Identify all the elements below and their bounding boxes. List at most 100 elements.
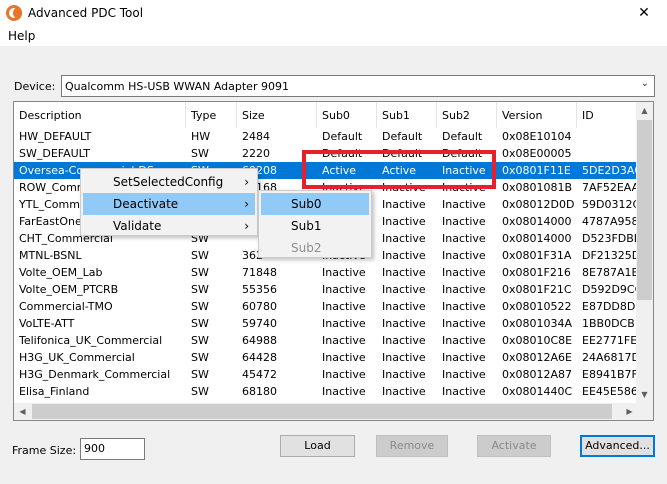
scroll-left-icon[interactable]: ◀ [14,403,31,420]
close-window-button[interactable]: ✕ [621,0,667,26]
cell-sub2: Inactive [442,334,486,347]
cell-version: 0x0801F31A [502,249,572,262]
cell-id: EE2771FE1... [582,334,638,347]
cell-description: H3G_UK_Commercial [19,351,135,364]
activate-button: Activate [477,435,551,457]
cell-description: MTNL-BSNL [19,249,82,262]
cell-version: 0x08E10104 [502,130,572,143]
cell-version: 0x08010522 [502,300,572,313]
cell-sub2: Inactive [442,351,486,364]
table-row[interactable]: Volte_OEM_Lab SW 71848 Inactive Inactive Inac… [14,264,638,281]
cell-type: SW [191,300,209,313]
cell-sub2: Default [442,130,483,143]
cell-id: E8941B7FC... [582,368,638,381]
cell-sub1: Inactive [382,266,426,279]
load-button[interactable]: Load [280,435,355,457]
menu-help[interactable]: Help [8,29,35,43]
column-header-sub1[interactable]: Sub1 [377,102,437,128]
submenu-item-sub0[interactable]: Sub0 [261,193,369,215]
column-header-size[interactable]: Size [237,102,317,128]
vertical-scrollbar[interactable]: ▲ ▼ [636,102,653,403]
chevron-right-icon: › [244,219,249,233]
table-row[interactable]: H3G_Denmark_Commercial SW 45472 Inactive Ina… [14,366,638,383]
cell-type: SW [191,334,209,347]
cell-id: E87DD8D6... [582,300,638,313]
cell-sub1: Inactive [382,334,426,347]
menu-item-deactivate[interactable]: Deactivate › [83,193,255,215]
cell-description: VoLTE-ATT [19,317,75,330]
cell-type: SW [191,266,209,279]
cell-id: 4787A9589... [582,215,638,228]
cell-version: 0x0801F11E [502,164,571,177]
cell-version: 0x0801440C [502,385,573,398]
scroll-up-icon[interactable]: ▲ [636,102,653,119]
cell-version: 0x0801034A [502,317,573,330]
device-dropdown[interactable]: Qualcomm HS-USB WWAN Adapter 9091 ⌄ [61,75,655,97]
cell-sub0: Inactive [322,368,366,381]
column-header-sub2[interactable]: Sub2 [437,102,497,128]
cell-sub1: Inactive [382,249,426,262]
cell-description: Telifonica_UK_Commercial [19,334,163,347]
frame-size-input[interactable]: 900 [80,438,145,460]
cell-version: 0x0801F216 [502,266,571,279]
column-header-sub0[interactable]: Sub0 [317,102,377,128]
cell-sub0: Inactive [322,385,366,398]
cell-type: SW [191,283,209,296]
menu-bar: Help [0,26,667,46]
horizontal-scroll-thumb[interactable] [32,404,612,419]
cell-sub1: Inactive [382,351,426,364]
cell-sub1: Inactive [382,198,426,211]
cell-version: 0x08E00005 [502,147,572,160]
menu-item-label: Validate [113,219,162,233]
cell-description: SW_DEFAULT [19,147,91,160]
cell-size: 60780 [242,300,277,313]
cell-id: EE45E5869... [582,385,638,398]
cell-description: Commercial-TMO [19,300,113,313]
window-title: Advanced PDC Tool [28,6,144,20]
menu-item-setselectedconfig[interactable]: SetSelectedConfig › [83,171,255,193]
cell-id: D592D9CC... [582,283,638,296]
column-header-description[interactable]: Description [14,102,186,128]
cell-id: 59D0312C... [582,198,638,211]
menu-item-validate[interactable]: Validate › [83,215,255,237]
cell-type: SW [191,368,209,381]
table-row[interactable]: Volte_OEM_PTCRB SW 55356 Inactive Inactive In… [14,281,638,298]
cell-type: HW [191,130,211,143]
cell-size: 68180 [242,385,277,398]
cell-version: 0x08012D0D [502,198,575,211]
cell-sub1: Inactive [382,232,426,245]
scroll-down-icon[interactable]: ▼ [636,386,653,403]
cell-size: 59740 [242,317,277,330]
table-row[interactable]: Commercial-TMO SW 60780 Inactive Inactive Ina… [14,298,638,315]
cell-sub2: Inactive [442,300,486,313]
table-row[interactable]: Elisa_Finland SW 68180 Inactive Inactive Inac… [14,383,638,400]
cell-sub2: Inactive [442,215,486,228]
cell-description: Elisa_Finland [19,385,90,398]
submenu-item-label: Sub2 [291,241,322,255]
config-list[interactable]: Description Type Size Sub0 Sub1 Sub2 Ver… [13,101,654,421]
cell-sub2: Inactive [442,266,486,279]
column-header-version[interactable]: Version [497,102,577,128]
table-row[interactable]: Telifonica_UK_Commercial SW 64988 Inactive I… [14,332,638,349]
cell-sub0: Default [322,130,363,143]
advanced-button[interactable]: Advanced... [580,435,655,457]
vertical-scroll-thumb[interactable] [637,120,652,300]
cell-id [577,128,638,145]
column-header-id[interactable]: ID [577,102,638,128]
device-dropdown-value: Qualcomm HS-USB WWAN Adapter 9091 [65,80,289,93]
cell-sub2: Inactive [442,368,486,381]
table-row[interactable]: VoLTE-ATT SW 59740 Inactive Inactive Inactive… [14,315,638,332]
cell-sub1: Inactive [382,385,426,398]
cell-sub1: Inactive [382,215,426,228]
chevron-down-icon[interactable]: ⌄ [641,78,649,89]
table-row[interactable]: H3G_UK_Commercial SW 64428 Inactive Inactive… [14,349,638,366]
submenu-item-label: Sub1 [291,219,322,233]
submenu-item-sub1[interactable]: Sub1 [261,215,369,237]
cell-version: 0x08012A87 [502,368,573,381]
horizontal-scrollbar[interactable]: ◀ ▶ [14,403,638,420]
cell-version: 0x0801F21C [502,283,572,296]
table-row[interactable]: HW_DEFAULT HW 2484 Default Default Default 0x0… [14,128,638,145]
cell-sub1: Inactive [382,283,426,296]
column-header-type[interactable]: Type [186,102,237,128]
menu-item-label: SetSelectedConfig [113,175,224,189]
